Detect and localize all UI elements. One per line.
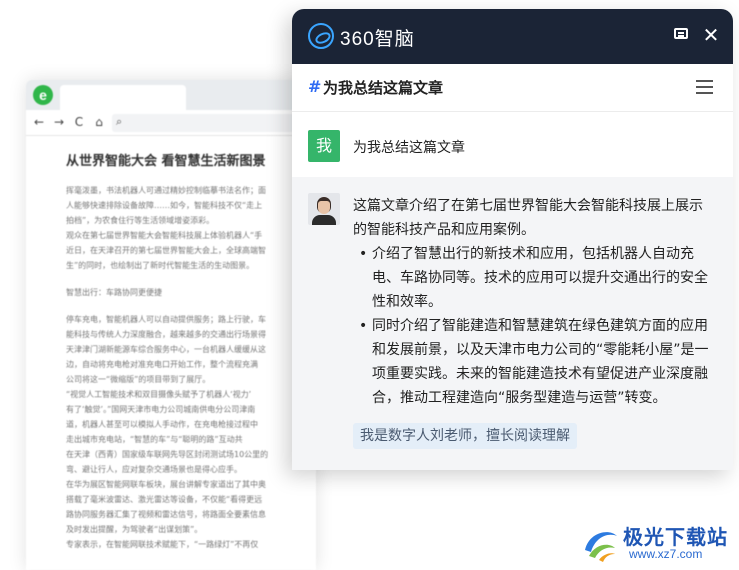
conversation-header: # 为我总结这篇文章 [292,64,733,112]
article-line: 近日，在天津召开的第七届世界智能大会上，全球高端智 [66,246,266,255]
article-line: 天津津门湖新能源车综合服务中心，一台机器人缓缓从这 [66,345,266,354]
topic-hash-icon: # [308,77,322,96]
search-icon: ⌕ [116,115,123,128]
browser-tab-bar: e [26,80,316,110]
browser-logo-icon: e [33,85,53,105]
article-line: 智慧出行：车路协同更便捷 [66,288,162,297]
article-line: 生”的同时，也绘制出了新时代智能生活的生动图景。 [66,261,255,270]
forward-icon[interactable]: → [52,115,66,129]
article-line: 弯、避让行人，应对复杂交通场景也是得心应手。 [66,465,242,474]
ai-assistant-panel: 360智脑 ✕ # 为我总结这篇文章 我 为我总结这篇文章 这篇文章介绍了在第七… [292,9,733,470]
summary-point: 同时介绍了智能建造和智慧建筑在绿色建筑方面的应用和发展前景，以及天津市电力公司的… [353,314,713,410]
home-icon[interactable]: ⌂ [92,115,106,129]
conversation-title: 为我总结这篇文章 [323,79,444,97]
browser-nav-bar: ← → C ⌂ ⌕ [26,110,316,136]
panel-header: 360智脑 ✕ [292,9,733,64]
user-message-row: 我 为我总结这篇文章 [292,112,733,177]
article-line: 在华为展区智能网联车板块，展台讲解专家道出了其中奥 [66,480,266,489]
article-line: 边，自动将充电枪对准充电口开始工作，整个流程充满 [66,360,258,369]
aurora-logo-icon [585,532,617,562]
article-line: 路协同服务器汇集了视频和雷达信号，将路面全要素信息 [66,510,266,519]
article-line: 及时发出提醒，为驾驶者“出谋划策”。 [66,525,203,534]
article-line: 观众在第七届世界智能大会智能科技展上体验机器人“手 [66,231,263,240]
article-line: “视觉人工智能技术和双目摄像头赋予了机器人‘视力’ [66,390,252,399]
article-line: 拍档”，为农食住行等生活领域增姿添彩。 [66,216,215,225]
browser-tab[interactable] [60,85,186,110]
article-line: 搭载了毫米波雷达、激光雷达等设备，不仅能“看得更远 [66,495,263,504]
article-line: 人能够快速排除设备故障……如今，智能科技不仅“走上 [66,201,263,210]
article-line: 挥毫泼墨，书法机器人可通过精妙控制临摹书法名作；面 [66,186,266,195]
article-line: 走出城市充电站，“智慧的车”与“聪明的路”互动共 [66,435,243,444]
assistant-avatar [308,193,340,225]
article-line: 能科技与传统人力深度融合，越来越多的交通出行场景得 [66,330,266,339]
background-browser-window: e ← → C ⌂ ⌕ 从世界智能大会 看智慧生活新图景 挥毫泼墨，书法机器人可… [26,80,316,570]
article-body: 挥毫泼墨，书法机器人可通过精妙控制临摹书法名作；面 人能够快速排除设备故障……如今… [66,183,316,552]
feedback-chat-icon[interactable] [671,25,691,45]
site-watermark: 极光下载站 www.xz7.com [579,520,735,566]
article-line: 道，机器人甚至可以模拟人手动作，在充电枪接过程中 [66,420,258,429]
article-line: 有了‘触觉’。”国网天津市电力公司城南供电分公司津南 [66,405,256,414]
article-title: 从世界智能大会 看智慧生活新图景 [66,154,266,169]
article-line: 停车充电，智能机器人可以自动提供服务；路上行驶，车 [66,315,266,324]
article-line: 公司将这一“微缩版”的项目带到了展厅。 [66,375,211,384]
back-icon[interactable]: ← [32,115,46,129]
refresh-icon[interactable]: C [72,115,86,129]
360-brain-logo-icon [308,23,334,49]
brand-name: 360智脑 [340,29,415,50]
article: 从世界智能大会 看智慧生活新图景 挥毫泼墨，书法机器人可通过精妙控制临摹书法名作… [26,136,316,552]
menu-icon[interactable] [696,80,713,94]
assistant-intro: 这篇文章介绍了在第七届世界智能大会智能科技展上展示的智能科技产品和应用案例。 [353,198,703,238]
article-line: 在天津（西青）国家级车联网先导区封闭测试场10公里的 [66,450,269,459]
watermark-name: 极光下载站 [623,525,728,549]
assistant-summary-list: 介绍了智慧出行的新技术和应用，包括机器人自动充电、车路协同等。技术的应用可以提升… [353,242,713,410]
user-message: 为我总结这篇文章 [353,140,465,156]
summary-point: 介绍了智慧出行的新技术和应用，包括机器人自动充电、车路协同等。技术的应用可以提升… [353,242,713,314]
assistant-message-row: 这篇文章介绍了在第七届世界智能大会智能科技展上展示的智能科技产品和应用案例。 介… [292,177,733,462]
watermark-url: www.xz7.com [629,547,703,561]
user-avatar: 我 [308,130,340,162]
digital-human-intro: 我是数字人刘老师，擅长阅读理解 [353,423,577,449]
address-bar[interactable]: ⌕ [112,114,316,132]
close-icon[interactable]: ✕ [701,25,721,45]
article-line: 专家表示，在智能网联技术赋能下，“一路绿灯”不再仅 [66,540,259,549]
